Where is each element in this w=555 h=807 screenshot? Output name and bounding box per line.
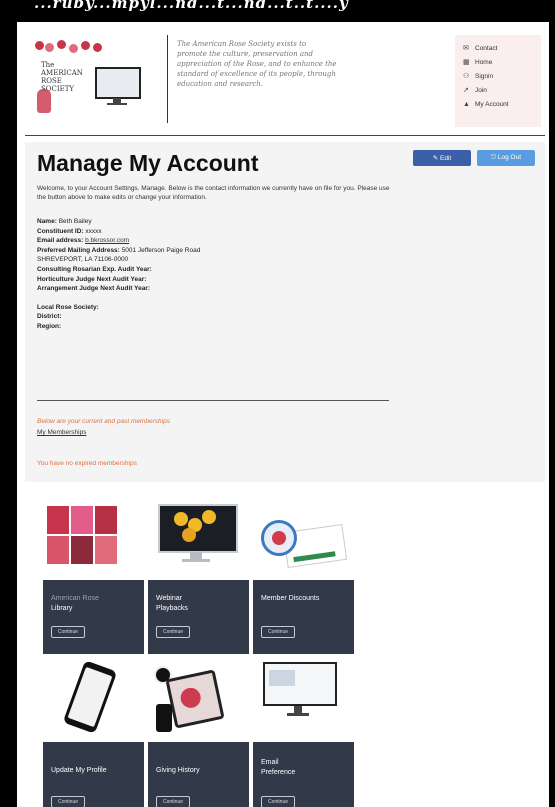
nav-label: Signin bbox=[475, 72, 494, 80]
field-address-city: SHREVEPORT, LA 71106-0000 bbox=[37, 256, 129, 264]
nav-signin[interactable]: ⚇ Signin bbox=[463, 69, 541, 83]
account-cards: American Rose Library Continue Webinar Pla… bbox=[43, 492, 358, 807]
contact-info: Name: Beth Bailey Constituent ID: xxxxx … bbox=[37, 217, 397, 332]
card-title: American Rose Library bbox=[51, 595, 99, 612]
card-title: Email Preference bbox=[261, 759, 296, 776]
account-section: Manage My Account ✎ Edit ⎋ Log Out Welco… bbox=[25, 142, 545, 482]
nav-join[interactable]: ↗ Join bbox=[463, 83, 541, 97]
no-expired-note: You have no expired memberships bbox=[37, 460, 137, 467]
envelope-icon: ✉ bbox=[463, 45, 469, 52]
nav-label: Contact bbox=[475, 44, 498, 52]
nav-contact[interactable]: ✉ Contact bbox=[463, 41, 541, 55]
email-link[interactable]: b.bkrossor.com bbox=[85, 237, 129, 244]
card-update-profile[interactable]: Update My Profile Continue bbox=[43, 654, 144, 807]
field-region: Region: bbox=[37, 322, 62, 330]
edit-button[interactable]: ✎ Edit bbox=[413, 150, 471, 166]
rose-icon bbox=[37, 89, 51, 113]
card-title: Webinar Playbacks bbox=[156, 595, 188, 612]
nav-home[interactable]: ▦ Home bbox=[463, 55, 541, 69]
continue-button[interactable]: Continue bbox=[261, 796, 296, 807]
field-address: Preferred Mailing Address: 5001 Jefferso… bbox=[37, 246, 201, 254]
phone-image bbox=[43, 654, 144, 736]
card-email-preference[interactable]: Email Preference Continue bbox=[253, 654, 354, 807]
field-local-society: Local Rose Society: bbox=[37, 303, 99, 311]
top-banner: ...ruby...mpyl...nd...t...nd...t..t....y bbox=[0, 0, 555, 20]
member-card-image bbox=[253, 492, 354, 574]
banner-text: ...ruby...mpyl...nd...t...nd...t..t....y bbox=[34, 0, 349, 12]
card-library[interactable]: American Rose Library Continue bbox=[43, 492, 144, 672]
card-title: Update My Profile bbox=[51, 767, 107, 774]
continue-button[interactable]: Continue bbox=[51, 796, 86, 807]
tablet-image bbox=[148, 654, 249, 736]
field-rosarian-year: Consulting Rosarian Exp. Audit Year: bbox=[37, 265, 152, 273]
account-page: The AMERICAN ROSE SOCIETY The American R… bbox=[17, 22, 549, 807]
logo-wordmark: The AMERICAN ROSE SOCIETY bbox=[41, 61, 83, 93]
mission-statement: The American Rose Society exists to prom… bbox=[177, 40, 337, 88]
site-logo[interactable]: The AMERICAN ROSE SOCIETY bbox=[35, 39, 155, 121]
section-divider bbox=[37, 400, 389, 401]
account-nav: ✉ Contact ▦ Home ⚇ Signin ↗ Join ▲ My Ac… bbox=[455, 35, 541, 127]
rose-photos-image bbox=[43, 492, 144, 574]
memberships-note: Below are your current and past membersh… bbox=[37, 418, 170, 425]
field-name: Name: Beth Bailey bbox=[37, 218, 92, 225]
continue-button[interactable]: Continue bbox=[156, 626, 191, 638]
my-memberships-link[interactable]: My Memberships bbox=[37, 429, 86, 436]
site-header: The AMERICAN ROSE SOCIETY The American R… bbox=[25, 27, 545, 136]
user-icon: ⚇ bbox=[463, 73, 470, 80]
webinar-monitor-image bbox=[148, 492, 249, 574]
continue-button[interactable]: Continue bbox=[51, 626, 86, 638]
field-constituent-id: Constituent ID: xxxxx bbox=[37, 227, 102, 235]
monitor-icon bbox=[95, 67, 141, 99]
nav-label: My Account bbox=[475, 100, 509, 108]
field-email: Email address: b.bkrossor.com bbox=[37, 237, 130, 245]
field-arrangement-year: Arrangement Judge Next Audit Year: bbox=[37, 285, 151, 293]
account-icon: ▲ bbox=[463, 100, 470, 108]
field-district: District: bbox=[37, 313, 62, 321]
card-webinar-playbacks[interactable]: Webinar Playbacks Continue bbox=[148, 492, 249, 672]
logout-button[interactable]: ⎋ Log Out bbox=[477, 150, 535, 166]
field-horticulture-year: Horticulture Judge Next Audit Year: bbox=[37, 275, 147, 283]
desktop-image bbox=[253, 654, 354, 736]
nav-label: Home bbox=[475, 58, 493, 66]
join-icon: ↗ bbox=[463, 87, 469, 94]
card-giving-history[interactable]: Giving History Continue bbox=[148, 654, 249, 807]
card-title: Giving History bbox=[156, 767, 200, 774]
continue-button[interactable]: Continue bbox=[156, 796, 191, 807]
card-member-discounts[interactable]: Member Discounts Continue bbox=[253, 492, 354, 672]
header-divider bbox=[167, 35, 168, 123]
continue-button[interactable]: Continue bbox=[261, 626, 296, 638]
home-icon: ▦ bbox=[463, 59, 470, 66]
rose-garland-icon bbox=[35, 39, 107, 53]
nav-my-account[interactable]: ▲ My Account bbox=[463, 97, 541, 111]
card-title: Member Discounts bbox=[261, 595, 320, 602]
welcome-text: Welcome, to your Account Settings. Manag… bbox=[37, 185, 390, 201]
nav-label: Join bbox=[475, 86, 487, 94]
page-title: Manage My Account bbox=[37, 150, 259, 176]
